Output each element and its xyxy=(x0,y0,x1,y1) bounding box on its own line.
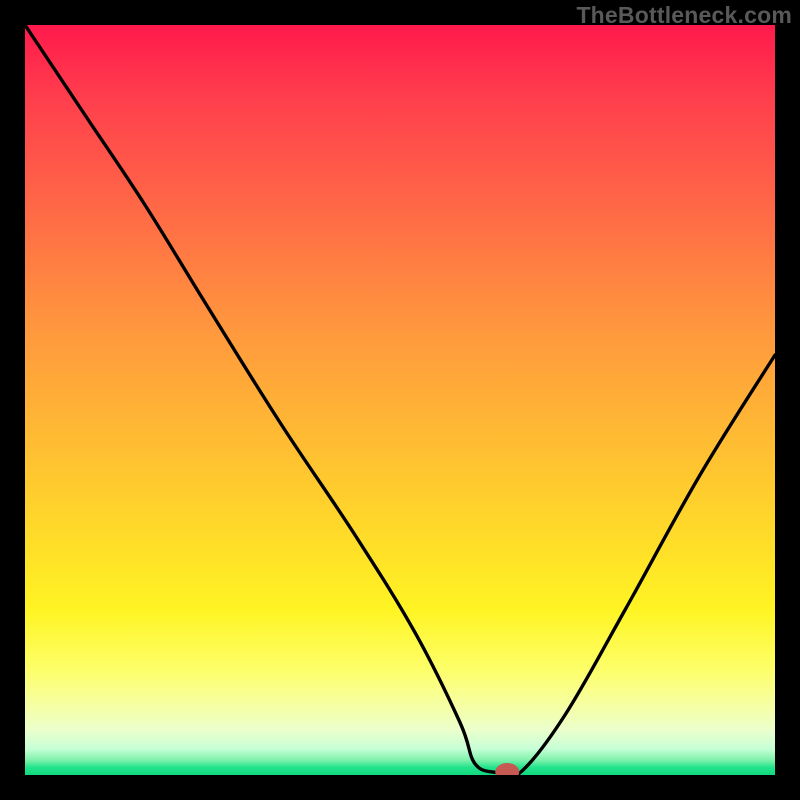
chart-svg xyxy=(25,25,775,775)
chart-frame: TheBottleneck.com xyxy=(0,0,800,800)
watermark-text: TheBottleneck.com xyxy=(576,2,792,29)
optimal-point-marker xyxy=(495,763,519,775)
plot-area xyxy=(25,25,775,775)
bottleneck-curve xyxy=(25,25,775,775)
